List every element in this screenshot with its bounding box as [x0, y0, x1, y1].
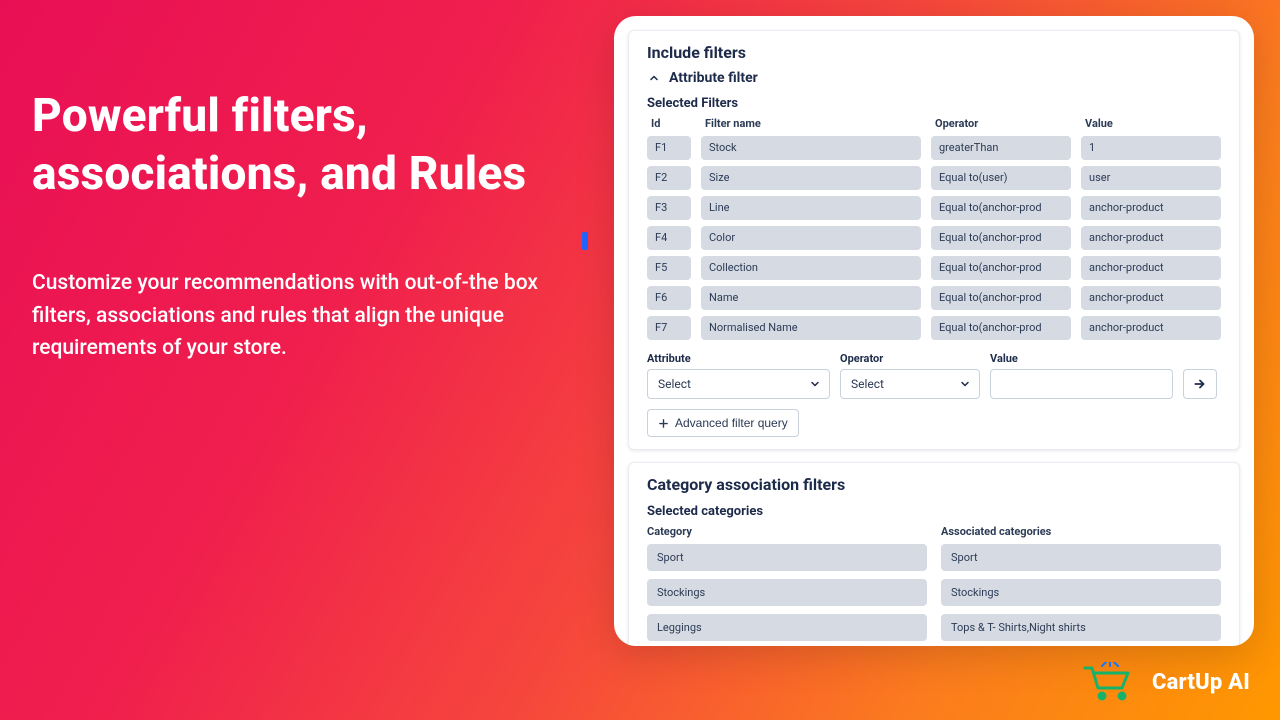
chevron-up-icon — [647, 71, 661, 85]
filter-row[interactable]: F1 Stock greaterThan 1 — [647, 136, 1221, 160]
include-filters-card: Include filters Attribute filter Selecte… — [628, 30, 1240, 450]
filter-operator: Equal to(anchor-prod — [931, 286, 1071, 310]
category-card-title: Category association filters — [647, 475, 1221, 494]
filter-id: F6 — [647, 286, 691, 310]
associated-name: Stockings — [941, 579, 1221, 606]
arrow-right-icon — [1193, 377, 1207, 391]
app-panel: Include filters Attribute filter Selecte… — [614, 16, 1254, 646]
filter-id: F5 — [647, 256, 691, 280]
filters-header-row: Id Filter name Operator Value — [647, 117, 1221, 130]
filter-name: Size — [701, 166, 921, 190]
filter-id: F2 — [647, 166, 691, 190]
col-operator: Operator — [931, 117, 1071, 130]
filter-value: user — [1081, 166, 1221, 190]
col-associated: Associated categories — [941, 525, 1221, 538]
hero-title: Powerful filters, associations, and Rule… — [32, 88, 572, 203]
associated-name: Tops & T- Shirts,Night shirts — [941, 614, 1221, 641]
cart-icon — [1082, 662, 1138, 702]
selected-categories-heading: Selected categories — [647, 504, 1221, 519]
filter-id: F7 — [647, 316, 691, 340]
advanced-filter-label: Advanced filter query — [675, 416, 788, 430]
category-association-card: Category association filters Selected ca… — [628, 462, 1240, 646]
filter-id: F4 — [647, 226, 691, 250]
filter-operator: greaterThan — [931, 136, 1071, 160]
filter-operator: Equal to(user) — [931, 166, 1071, 190]
add-filter-button[interactable] — [1183, 369, 1217, 399]
category-row[interactable]: Leggings Tops & T- Shirts,Night shirts — [647, 614, 1221, 641]
filter-name: Color — [701, 226, 921, 250]
filter-name: Line — [701, 196, 921, 220]
filter-name: Stock — [701, 136, 921, 160]
filter-value: anchor-product — [1081, 256, 1221, 280]
builder-attribute-label: Attribute — [647, 352, 830, 365]
filter-operator: Equal to(anchor-prod — [931, 196, 1071, 220]
filter-name: Collection — [701, 256, 921, 280]
filter-id: F1 — [647, 136, 691, 160]
filter-operator: Equal to(anchor-prod — [931, 316, 1071, 340]
advanced-filter-button[interactable]: Advanced filter query — [647, 409, 799, 437]
filter-id: F3 — [647, 196, 691, 220]
chevron-down-icon — [959, 378, 971, 390]
categories-body: Sport Sport Stockings Stockings Leggings Tops… — [647, 544, 1221, 641]
selected-filters-heading: Selected Filters — [647, 96, 1221, 111]
filter-row[interactable]: F2 Size Equal to(user) user — [647, 166, 1221, 190]
category-name: Stockings — [647, 579, 927, 606]
col-category: Category — [647, 525, 927, 538]
col-name: Filter name — [701, 117, 921, 130]
filter-value: anchor-product — [1081, 316, 1221, 340]
side-handle — [582, 232, 588, 250]
filter-value: anchor-product — [1081, 196, 1221, 220]
col-value: Value — [1081, 117, 1221, 130]
builder-operator-label: Operator — [840, 352, 980, 365]
category-row[interactable]: Sport Sport — [647, 544, 1221, 571]
filter-operator: Equal to(anchor-prod — [931, 256, 1071, 280]
attribute-filter-accordion[interactable]: Attribute filter — [647, 70, 1221, 86]
brand-name: CartUp AI — [1152, 670, 1250, 695]
builder-value-label: Value — [990, 352, 1173, 365]
marketing-slide: Powerful filters, associations, and Rule… — [0, 0, 1280, 720]
associated-name: Sport — [941, 544, 1221, 571]
filter-row[interactable]: F5 Collection Equal to(anchor-prod anchor-p… — [647, 256, 1221, 280]
filter-row[interactable]: F6 Name Equal to(anchor-prod anchor-product — [647, 286, 1221, 310]
filter-row[interactable]: F4 Color Equal to(anchor-prod anchor-produc… — [647, 226, 1221, 250]
filter-name: Normalised Name — [701, 316, 921, 340]
filters-body: F1 Stock greaterThan 1 F2 Size Equal to(user) u… — [647, 136, 1221, 340]
brand: CartUp AI — [1082, 662, 1250, 702]
plus-icon — [658, 418, 669, 429]
attribute-filter-label: Attribute filter — [669, 70, 758, 86]
operator-select-value: Select — [851, 377, 884, 391]
value-input[interactable] — [990, 369, 1173, 399]
include-filters-title: Include filters — [647, 43, 1221, 62]
hero-subtitle: Customize your recommendations with out-… — [32, 267, 552, 365]
chevron-down-icon — [809, 378, 821, 390]
category-name: Leggings — [647, 614, 927, 641]
filter-value: 1 — [1081, 136, 1221, 160]
col-id: Id — [647, 117, 691, 130]
category-row[interactable]: Stockings Stockings — [647, 579, 1221, 606]
filter-builder: Attribute Select Operator Select — [647, 352, 1221, 399]
category-name: Sport — [647, 544, 927, 571]
operator-select[interactable]: Select — [840, 369, 980, 399]
attribute-select-value: Select — [658, 377, 691, 391]
filter-name: Name — [701, 286, 921, 310]
hero: Powerful filters, associations, and Rule… — [32, 88, 572, 365]
filter-row[interactable]: F3 Line Equal to(anchor-prod anchor-product — [647, 196, 1221, 220]
filter-operator: Equal to(anchor-prod — [931, 226, 1071, 250]
filter-value: anchor-product — [1081, 286, 1221, 310]
category-header-row: Category Associated categories — [647, 525, 1221, 538]
attribute-select[interactable]: Select — [647, 369, 830, 399]
filter-row[interactable]: F7 Normalised Name Equal to(anchor-prod anc… — [647, 316, 1221, 340]
filter-value: anchor-product — [1081, 226, 1221, 250]
